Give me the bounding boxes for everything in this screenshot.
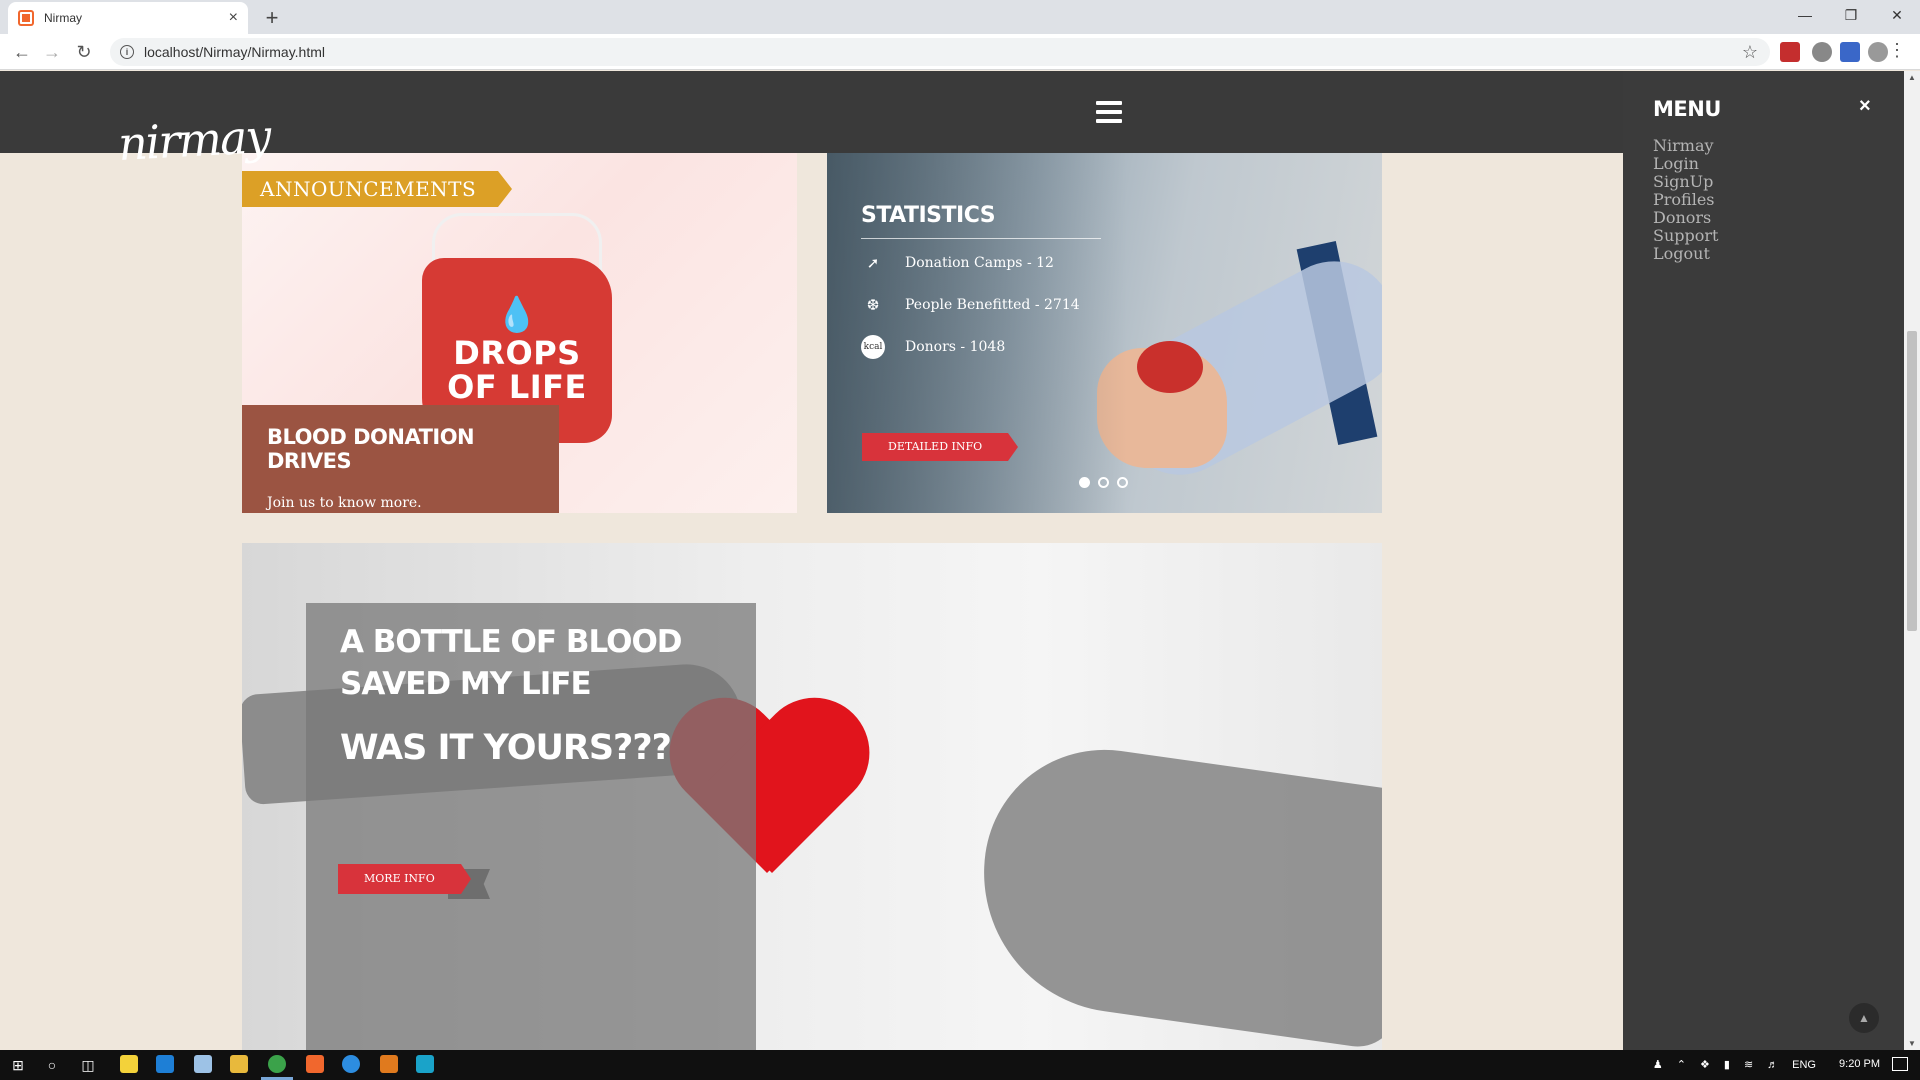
extension-icon-1[interactable]: [1780, 42, 1800, 62]
bookmark-star-icon[interactable]: ☆: [1742, 42, 1758, 63]
scrollbar-thumb[interactable]: [1907, 331, 1917, 631]
address-url: localhost/Nirmay/Nirmay.html: [144, 44, 325, 60]
wheat-icon: ❆: [866, 296, 880, 314]
browser-menu-icon[interactable]: ⋮: [1888, 40, 1906, 61]
blood-donation-drives-subtitle: Join us to know more.: [267, 495, 422, 511]
browser-tab[interactable]: Nirmay ×: [8, 2, 248, 34]
minimize-button[interactable]: —: [1782, 0, 1828, 30]
page-scrollbar[interactable]: ▲ ▼: [1904, 71, 1920, 1050]
windows-start-icon[interactable]: ⊞: [8, 1055, 28, 1075]
statistics-title: STATISTICS: [861, 203, 996, 228]
carousel-dot[interactable]: [1079, 477, 1090, 488]
system-tray: ♟ ⌃ ❖ ▮ ≋ ♬ ENG: [1653, 1058, 1860, 1072]
task-view-icon[interactable]: ◫: [78, 1055, 98, 1075]
side-menu: MENU × Nirmay Login SignUp Profiles Dono…: [1623, 71, 1904, 1050]
site-logo[interactable]: nirmay: [117, 109, 271, 171]
hero-text-overlay: A BOTTLE OF BLOOD SAVED MY LIFE WAS IT Y…: [306, 603, 756, 1050]
statistics-card: STATISTICS ➚ Donation Camps - 12 ❆ Peopl…: [827, 153, 1382, 513]
announcements-tag: ANNOUNCEMENTS: [242, 171, 513, 207]
blood-drop-icon: 💧: [495, 295, 539, 334]
carousel-dots: [1079, 477, 1128, 488]
photo-stress-ball: [1137, 341, 1203, 393]
menu-item-profiles[interactable]: Profiles: [1653, 191, 1718, 209]
language-indicator[interactable]: ENG: [1792, 1059, 1816, 1071]
hamburger-menu-icon[interactable]: [1096, 101, 1122, 123]
announcements-card: 💧 DROPS OF LIFE ANNOUNCEMENTS BLOOD DONA…: [242, 153, 797, 513]
extension-icon-2[interactable]: [1812, 42, 1832, 62]
browser-tabstrip: Nirmay × + — ❐ ✕: [0, 0, 1920, 34]
tray-expand-icon[interactable]: ⌃: [1677, 1058, 1686, 1071]
menu-item-nirmay[interactable]: Nirmay: [1653, 137, 1718, 155]
battery-icon[interactable]: ▮: [1724, 1058, 1730, 1071]
drops-of-life-text: DROPS OF LIFE: [447, 333, 587, 406]
kcal-icon: kcal: [861, 335, 885, 359]
file-explorer-icon[interactable]: [230, 1055, 248, 1073]
wifi-icon[interactable]: ≋: [1744, 1058, 1753, 1071]
chrome-icon[interactable]: [268, 1055, 286, 1073]
scroll-down-arrow-icon[interactable]: ▼: [1908, 1039, 1916, 1048]
back-button[interactable]: ←: [8, 38, 36, 66]
stat-row-benefitted: ❆ People Benefitted - 2714: [861, 293, 1080, 317]
window-controls: — ❐ ✕: [1782, 0, 1920, 30]
notepad-icon[interactable]: [194, 1055, 212, 1073]
stat-donors-text: Donors - 1048: [905, 339, 1006, 355]
menu-title: MENU: [1653, 97, 1721, 121]
app-icon-blue[interactable]: [342, 1055, 360, 1073]
menu-item-logout[interactable]: Logout: [1653, 245, 1718, 263]
detailed-info-button[interactable]: DETAILED INFO: [862, 433, 1019, 461]
cortana-search-icon[interactable]: ○: [42, 1055, 62, 1075]
carousel-dot[interactable]: [1098, 477, 1109, 488]
carousel-dot[interactable]: [1117, 477, 1128, 488]
hero-banner: A BOTTLE OF BLOOD SAVED MY LIFE WAS IT Y…: [242, 543, 1382, 1050]
windows-taskbar: ⊞ ○ ◫ ♟ ⌃ ❖ ▮ ≋ ♬ ENG 9:20 PM: [0, 1050, 1920, 1080]
site-header: [0, 71, 1904, 153]
menu-item-support[interactable]: Support: [1653, 227, 1718, 245]
app-icon-cyan[interactable]: [416, 1055, 434, 1073]
dropbox-icon[interactable]: ❖: [1700, 1058, 1710, 1071]
stat-row-camps: ➚ Donation Camps - 12: [861, 251, 1054, 275]
scroll-up-arrow-icon[interactable]: ▲: [1908, 73, 1916, 82]
close-window-button[interactable]: ✕: [1874, 0, 1920, 30]
taskbar-clock[interactable]: 9:20 PM: [1839, 1058, 1880, 1070]
edge-icon[interactable]: [156, 1055, 174, 1073]
browser-toolbar: ← → ↻ i localhost/Nirmay/Nirmay.html ☆ ⋮: [0, 34, 1920, 70]
close-tab-icon[interactable]: ×: [229, 10, 238, 26]
statistics-divider: [861, 238, 1101, 239]
new-tab-button[interactable]: +: [258, 4, 286, 32]
tab-title: Nirmay: [44, 11, 82, 25]
stat-row-donors: kcal Donors - 1048: [861, 335, 1005, 359]
profile-avatar-icon[interactable]: [1868, 42, 1888, 62]
restore-button[interactable]: ❐: [1828, 0, 1874, 30]
menu-item-login[interactable]: Login: [1653, 155, 1718, 173]
people-icon[interactable]: ♟: [1653, 1058, 1663, 1071]
stat-benefitted-text: People Benefitted - 2714: [905, 297, 1080, 313]
photo-open-hand: [965, 734, 1382, 1050]
sticky-notes-icon[interactable]: [120, 1055, 138, 1073]
scroll-to-top-button[interactable]: ▲: [1849, 1003, 1879, 1033]
site-info-icon[interactable]: i: [120, 45, 134, 59]
blood-donation-drives-box[interactable]: BLOOD DONATION DRIVES Join us to know mo…: [242, 405, 559, 513]
sublime-icon[interactable]: [380, 1055, 398, 1073]
hero-question: WAS IT YOURS???: [340, 728, 672, 768]
more-info-button[interactable]: MORE INFO: [338, 864, 471, 894]
extension-shield-icon[interactable]: [1840, 42, 1860, 62]
blood-donation-drives-title: BLOOD DONATION DRIVES: [267, 425, 475, 473]
close-icon[interactable]: ×: [1859, 95, 1871, 118]
page-viewport: 💧 DROPS OF LIFE ANNOUNCEMENTS BLOOD DONA…: [0, 71, 1904, 1050]
address-bar[interactable]: i localhost/Nirmay/Nirmay.html ☆: [110, 38, 1770, 66]
xampp-icon[interactable]: [306, 1055, 324, 1073]
menu-list: Nirmay Login SignUp Profiles Donors Supp…: [1653, 137, 1718, 263]
volume-icon[interactable]: ♬: [1767, 1059, 1778, 1071]
tab-favicon-icon: [18, 10, 34, 26]
hero-title: A BOTTLE OF BLOOD SAVED MY LIFE: [340, 624, 683, 702]
reload-button[interactable]: ↻: [70, 38, 98, 66]
stat-camps-text: Donation Camps - 12: [905, 255, 1054, 271]
syringe-icon: ➚: [866, 254, 880, 272]
menu-item-signup[interactable]: SignUp: [1653, 173, 1718, 191]
menu-item-donors[interactable]: Donors: [1653, 209, 1718, 227]
action-center-icon[interactable]: [1892, 1057, 1908, 1071]
forward-button[interactable]: →: [38, 38, 66, 66]
